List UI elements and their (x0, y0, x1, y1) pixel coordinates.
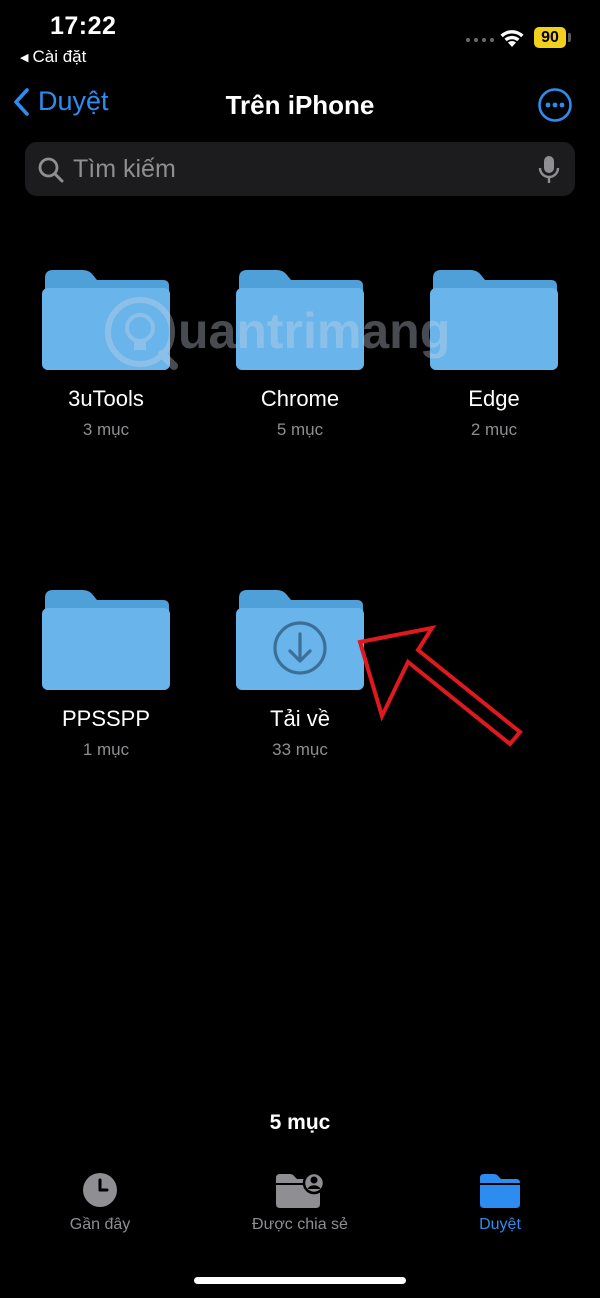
folder-item[interactable]: Chrome 5 mục (210, 268, 390, 440)
folder-item-count: 3 mục (82, 420, 130, 439)
battery-level: 90 (534, 27, 566, 48)
battery-cap (568, 33, 571, 42)
tab-recents[interactable]: Gần đây (0, 1170, 200, 1234)
back-to-app-link[interactable]: ◀ Cài đặt (20, 47, 86, 67)
more-options-button[interactable] (538, 88, 572, 122)
folder-item-count: 2 mục (470, 420, 518, 439)
microphone-icon[interactable] (537, 154, 561, 186)
folder-item[interactable]: 3uTools 3 mục (16, 268, 196, 440)
folder-item[interactable]: Edge 2 mục (404, 268, 584, 440)
tab-bar: Gần đây Được chia sẻ Duyệt (0, 1170, 600, 1250)
folder-item[interactable]: PPSSPP 1 mục (16, 588, 196, 760)
back-to-app-label: Cài đặt (32, 47, 87, 66)
page-title: Trên iPhone (225, 90, 375, 120)
folder-icon (42, 590, 170, 690)
folder-icon (430, 270, 558, 370)
folder-name: 3uTools (68, 386, 144, 411)
wifi-icon (500, 30, 524, 47)
cellular-signal-icon (466, 38, 494, 42)
tab-shared-label: Được chia sẻ (252, 1216, 348, 1233)
tab-shared[interactable]: Được chia sẻ (200, 1170, 400, 1234)
search-input[interactable] (73, 154, 533, 184)
folder-icon (480, 1174, 520, 1208)
search-icon (38, 157, 64, 183)
search-bar[interactable] (25, 142, 575, 196)
tab-browse[interactable]: Duyệt (400, 1170, 600, 1234)
tab-recents-label: Gần đây (69, 1216, 131, 1233)
back-triangle-icon: ◀ (20, 51, 29, 64)
item-count-label: 5 mục (269, 1111, 331, 1134)
tab-browse-label: Duyệt (479, 1216, 521, 1233)
status-bar: 17:22 ◀ Cài đặt 90 (0, 0, 600, 80)
shared-folder-icon (276, 1171, 326, 1208)
navigation-bar: Duyệt Trên iPhone (0, 82, 600, 132)
folder-icon (236, 270, 364, 370)
annotation-arrow (357, 625, 523, 747)
folder-item-count: 5 mục (276, 420, 324, 439)
clock-icon (83, 1173, 117, 1207)
folder-icon (42, 270, 170, 370)
folder-name: PPSSPP (61, 706, 151, 731)
folder-item-count: 1 mục (82, 740, 130, 759)
folder-name: Edge (468, 386, 520, 411)
folder-name: Chrome (260, 386, 340, 411)
status-time: 17:22 (50, 12, 117, 40)
downloads-folder-icon (236, 590, 364, 690)
home-indicator[interactable] (194, 1277, 406, 1284)
